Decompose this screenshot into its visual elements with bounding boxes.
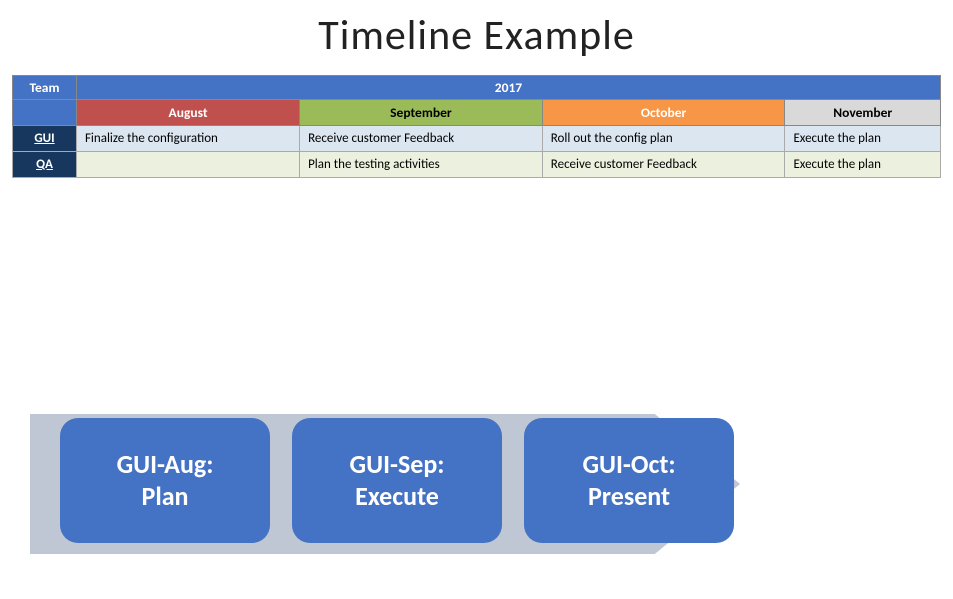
process-box-oct: GUI-Oct:Present: [524, 418, 734, 543]
month-aug: August: [76, 100, 299, 126]
month-row: August September October November: [13, 100, 941, 126]
gui-aug-cell: Finalize the configuration: [76, 126, 299, 152]
gui-oct-cell: Roll out the config plan: [542, 126, 785, 152]
qa-nov-cell: Execute the plan: [785, 152, 941, 178]
process-boxes: GUI-Aug:Plan GUI-Sep:Execute GUI-Oct:Pre…: [50, 418, 734, 543]
qa-sep-cell: Plan the testing activities: [300, 152, 543, 178]
month-sep: September: [300, 100, 543, 126]
qa-oct-cell: Receive customer Feedback: [542, 152, 785, 178]
timeline-table: Team 2017 August September October Novem…: [12, 75, 941, 178]
year-row: Team 2017: [13, 76, 941, 100]
gui-sep-cell: Receive customer Feedback: [300, 126, 543, 152]
page-title: Timeline Example: [0, 0, 953, 75]
team-cell-gui[interactable]: GUI: [13, 126, 77, 152]
process-section: GUI-Aug:Plan GUI-Sep:Execute GUI-Oct:Pre…: [0, 386, 953, 581]
table-row: GUI Finalize the configuration Receive c…: [13, 126, 941, 152]
qa-aug-cell: [76, 152, 299, 178]
month-oct: October: [542, 100, 785, 126]
table-row: QA Plan the testing activities Receive c…: [13, 152, 941, 178]
timeline-table-wrapper: Team 2017 August September October Novem…: [0, 75, 953, 178]
month-nov: November: [785, 100, 941, 126]
team-month-spacer: [13, 100, 77, 126]
team-cell-qa[interactable]: QA: [13, 152, 77, 178]
year-cell: 2017: [76, 76, 940, 100]
team-header-cell: Team: [13, 76, 77, 100]
process-box-sep: GUI-Sep:Execute: [292, 418, 502, 543]
gui-nov-cell: Execute the plan: [785, 126, 941, 152]
process-box-aug: GUI-Aug:Plan: [60, 418, 270, 543]
